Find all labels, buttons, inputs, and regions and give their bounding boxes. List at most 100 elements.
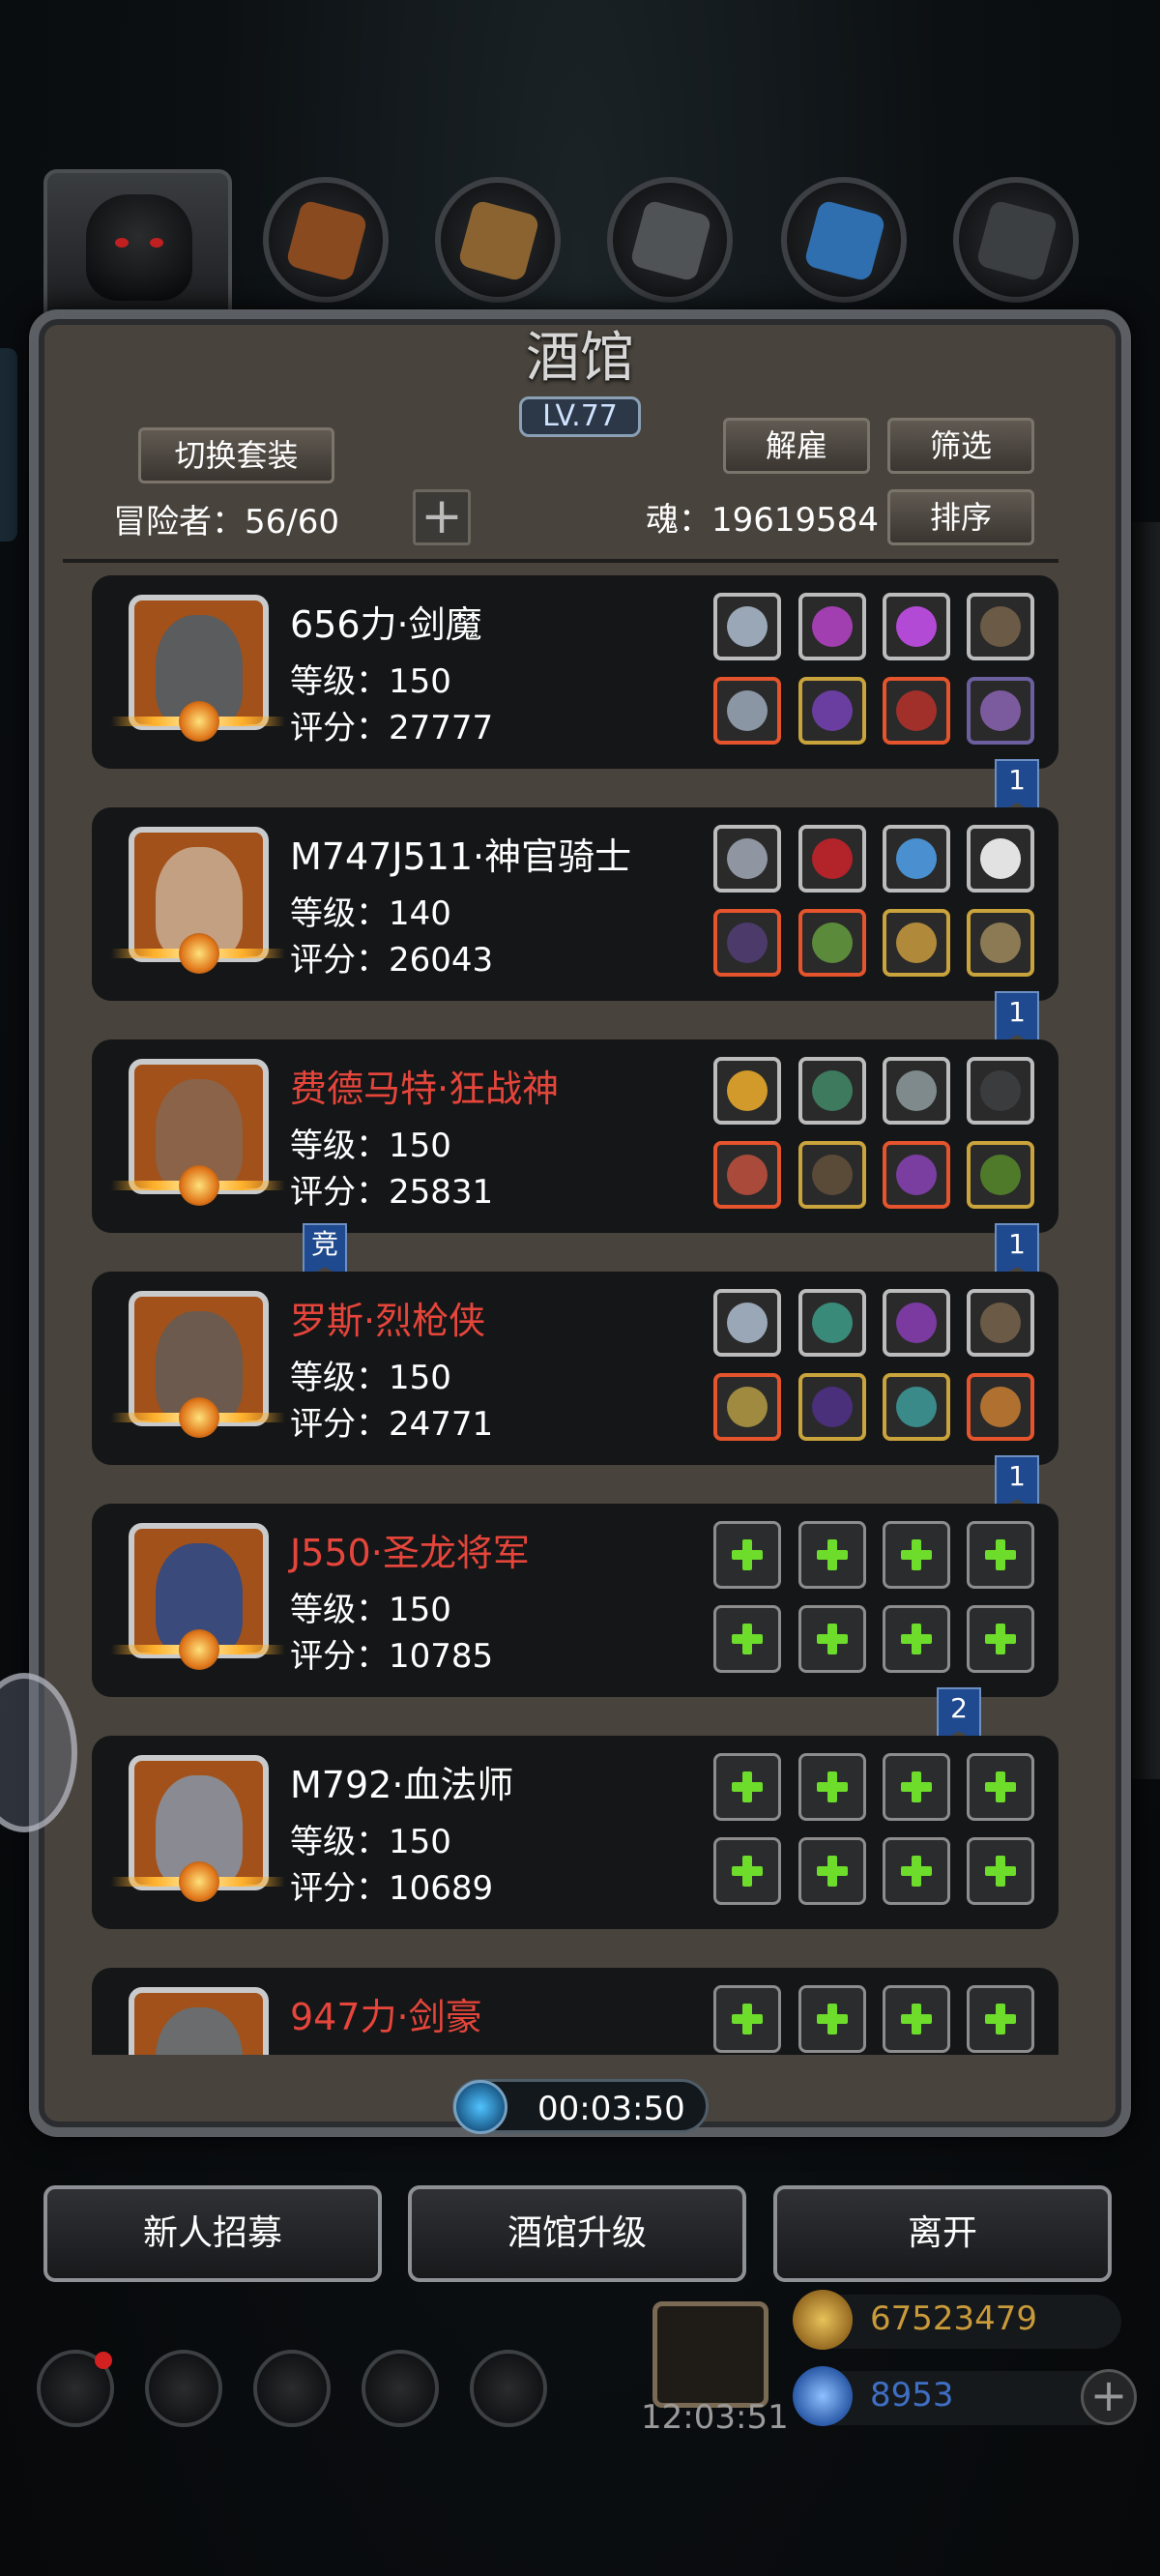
star-badge-icon[interactable]	[145, 2350, 222, 2427]
equip-slot[interactable]	[967, 1141, 1034, 1209]
equip-slot[interactable]	[713, 593, 781, 660]
equip-slot[interactable]	[798, 677, 866, 745]
equip-slot[interactable]	[883, 593, 950, 660]
tab-stone[interactable]	[607, 177, 733, 303]
divider	[63, 559, 1058, 563]
equip-slot[interactable]	[883, 1057, 950, 1125]
cube-icon[interactable]	[470, 2350, 547, 2427]
equip-slot[interactable]	[713, 1141, 781, 1209]
empty-equip-slot[interactable]	[713, 1837, 781, 1905]
equip-slot[interactable]	[883, 1373, 950, 1441]
empty-equip-slot[interactable]	[713, 1605, 781, 1673]
equip-slot[interactable]	[883, 1141, 950, 1209]
adventurer-row[interactable]: 罗斯·烈枪侠 等级：150 评分：24771	[92, 1272, 1058, 1465]
hero-name: 656力·剑魔	[290, 603, 482, 646]
add-slot-button[interactable]: +	[413, 489, 471, 545]
empty-equip-slot[interactable]	[713, 1521, 781, 1589]
empty-equip-slot[interactable]	[798, 1985, 866, 2053]
adventurer-row[interactable]: 656力·剑魔 等级：150 评分：27777	[92, 575, 1058, 769]
upgrade-tavern-button[interactable]: 酒馆升级	[408, 2185, 746, 2282]
empty-equip-slot[interactable]	[798, 1837, 866, 1905]
empty-equip-slot[interactable]	[713, 1985, 781, 2053]
adventurer-row[interactable]: 947力·剑豪	[92, 1968, 1058, 2055]
empty-equip-slot[interactable]	[967, 1521, 1034, 1589]
equip-slot[interactable]	[967, 1289, 1034, 1357]
plus-icon	[732, 1771, 763, 1802]
empty-equip-slot[interactable]	[883, 1753, 950, 1821]
empty-equip-slot[interactable]	[883, 1985, 950, 2053]
iron-icon	[975, 199, 1058, 282]
sort-button[interactable]: 排序	[887, 489, 1034, 545]
equip-slot[interactable]	[967, 1057, 1034, 1125]
empty-equip-slot[interactable]	[883, 1605, 950, 1673]
add-currency-button[interactable]: +	[1081, 2369, 1137, 2425]
equip-slot[interactable]	[798, 1289, 866, 1357]
equip-slot[interactable]	[967, 677, 1034, 745]
tab-wood[interactable]	[435, 177, 561, 303]
equip-slot[interactable]	[713, 825, 781, 893]
equip-slot[interactable]	[883, 909, 950, 977]
gold-coin-icon	[793, 2290, 853, 2350]
equip-slot[interactable]	[713, 677, 781, 745]
empty-equip-slot[interactable]	[883, 1521, 950, 1589]
equip-slot[interactable]	[883, 1289, 950, 1357]
tab-tavern[interactable]	[44, 169, 232, 324]
adventurer-list[interactable]: 656力·剑魔 等级：150 评分：27777 1 M747J511·神官骑士 …	[92, 575, 1058, 2055]
adventurer-row[interactable]: 费德马特·狂战神 等级：150 评分：25831	[92, 1039, 1058, 1233]
hero-level: 等级：150	[290, 1127, 451, 1165]
dismiss-button[interactable]: 解雇	[723, 418, 870, 474]
equip-slot[interactable]	[798, 909, 866, 977]
hero-level: 等级：150	[290, 662, 451, 701]
equip-slot[interactable]	[798, 1057, 866, 1125]
plus-icon	[817, 1624, 848, 1654]
equip-slot[interactable]	[798, 825, 866, 893]
empty-equip-slot[interactable]	[967, 1605, 1034, 1673]
recruit-button[interactable]: 新人招募	[44, 2185, 382, 2282]
empty-equip-slot[interactable]	[798, 1605, 866, 1673]
plus-icon	[732, 2004, 763, 2034]
plus-icon	[732, 1624, 763, 1654]
hero-score: 评分：27777	[290, 709, 494, 747]
adventurer-row[interactable]: M747J511·神官骑士 等级：140 评分：26043	[92, 807, 1058, 1001]
adventurer-row[interactable]: M792·血法师 等级：150 评分：10689	[92, 1736, 1058, 1929]
timer-value: 00:03:50	[537, 2090, 685, 2128]
filter-button[interactable]: 筛选	[887, 418, 1034, 474]
adventurer-row[interactable]: J550·圣龙将军 等级：150 评分：10785	[92, 1504, 1058, 1697]
tab-food[interactable]	[263, 177, 389, 303]
empty-equip-slot[interactable]	[798, 1521, 866, 1589]
equip-slot[interactable]	[967, 1373, 1034, 1441]
equip-slot[interactable]	[713, 1373, 781, 1441]
gift-box-icon[interactable]	[652, 2301, 768, 2408]
equip-slot[interactable]	[713, 909, 781, 977]
tab-iron[interactable]	[953, 177, 1079, 303]
empty-equip-slot[interactable]	[967, 1753, 1034, 1821]
tab-crystal[interactable]	[781, 177, 907, 303]
plus-icon	[901, 1624, 932, 1654]
switch-outfit-button[interactable]: 切换套装	[138, 427, 334, 483]
plus-icon	[985, 1624, 1016, 1654]
equip-slot[interactable]	[967, 909, 1034, 977]
empty-equip-slot[interactable]	[713, 1753, 781, 1821]
empty-equip-slot[interactable]	[883, 1837, 950, 1905]
tavern-level-badge: LV.77	[519, 396, 641, 437]
adventurer-count: 冒险者：56/60	[113, 503, 339, 542]
notification-dot	[95, 2352, 112, 2369]
equip-slot[interactable]	[713, 1289, 781, 1357]
equip-slot[interactable]	[967, 593, 1034, 660]
equip-slot[interactable]	[967, 825, 1034, 893]
book-icon[interactable]	[362, 2350, 439, 2427]
empty-equip-slot[interactable]	[967, 1985, 1034, 2053]
equip-slot[interactable]	[883, 825, 950, 893]
empty-equip-slot[interactable]	[798, 1753, 866, 1821]
gate-icon[interactable]	[253, 2350, 331, 2427]
empty-equip-slot[interactable]	[967, 1837, 1034, 1905]
plus-icon	[901, 1771, 932, 1802]
clock-icon	[453, 2080, 508, 2134]
gift-countdown: 12:03:51	[641, 2398, 789, 2437]
equip-slot[interactable]	[798, 593, 866, 660]
leave-button[interactable]: 离开	[773, 2185, 1112, 2282]
equip-slot[interactable]	[798, 1141, 866, 1209]
equip-slot[interactable]	[798, 1373, 866, 1441]
equip-slot[interactable]	[883, 677, 950, 745]
equip-slot[interactable]	[713, 1057, 781, 1125]
